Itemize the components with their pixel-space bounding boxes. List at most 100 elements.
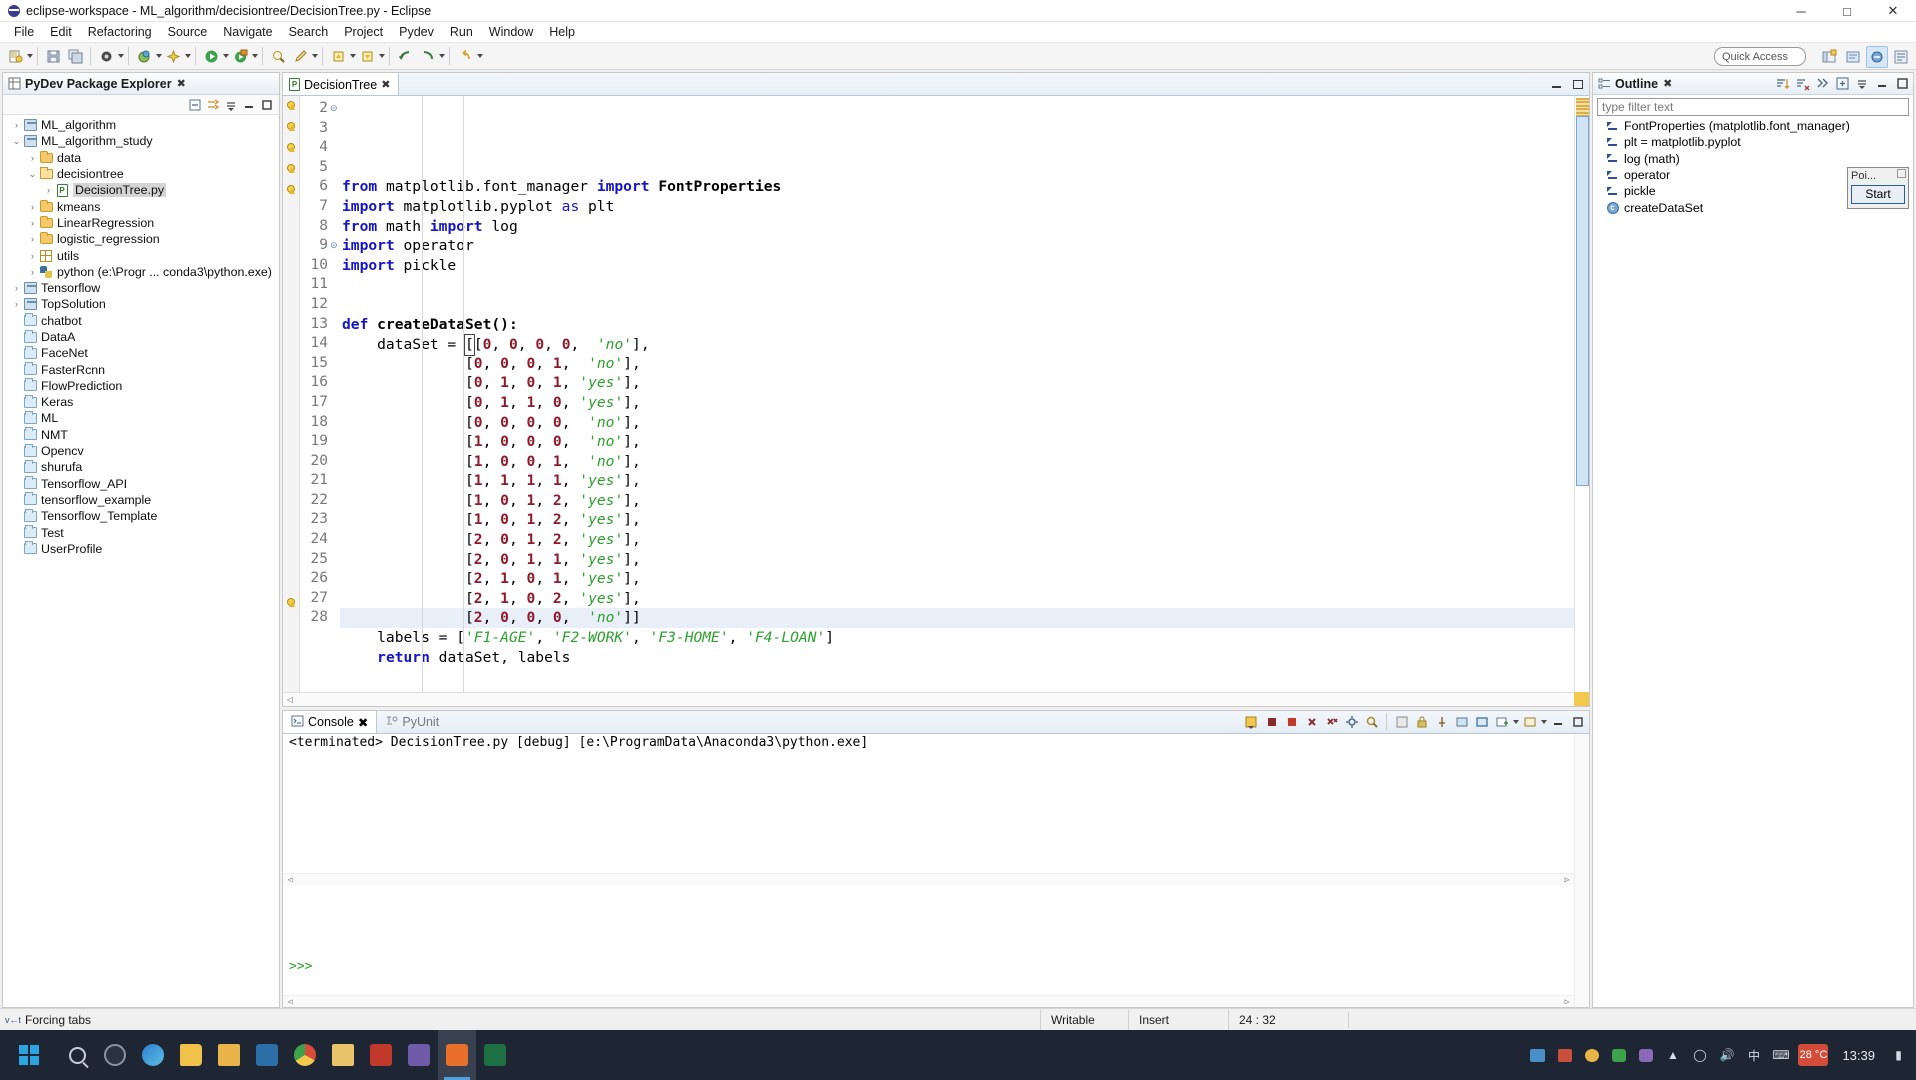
tab-console[interactable]: Console ✖ <box>283 711 377 733</box>
code-line[interactable]: return dataSet, labels <box>340 648 1589 668</box>
tree-item-decisiontree[interactable]: ⌄decisiontree <box>3 166 279 182</box>
maximize-button[interactable]: □ <box>1824 0 1870 22</box>
pydev-dropdown-icon[interactable] <box>185 54 191 58</box>
new-wizard-icon[interactable] <box>5 46 25 66</box>
taskbar-explorer-icon[interactable] <box>172 1030 210 1080</box>
console-hscroll-upper[interactable]: ◁ ▷ <box>283 873 1574 885</box>
code-line[interactable]: [2, 0, 1, 1, 'yes'], <box>340 550 1589 570</box>
collapse-all-icon[interactable] <box>187 97 203 113</box>
open-console-dropdown-icon[interactable] <box>1541 720 1547 724</box>
minimize-editor-icon[interactable] <box>1549 77 1563 91</box>
code-line[interactable]: [0, 0, 0, 0, 'no'], <box>340 413 1589 433</box>
quick-access-input[interactable]: Quick Access <box>1714 47 1806 66</box>
run-external-icon[interactable] <box>230 46 250 66</box>
minimize-button[interactable]: ─ <box>1778 0 1824 22</box>
menu-refactoring[interactable]: Refactoring <box>80 24 160 40</box>
open-console-icon[interactable] <box>1520 712 1539 731</box>
debug-icon[interactable] <box>96 46 116 66</box>
tree-item-flowprediction[interactable]: FlowPrediction <box>3 378 279 394</box>
start-button[interactable]: Start <box>1851 185 1905 204</box>
chevron-down-icon[interactable]: ⌄ <box>11 136 22 147</box>
menu-project[interactable]: Project <box>336 24 391 40</box>
code-line[interactable]: [2, 1, 0, 2, 'yes'], <box>340 589 1589 609</box>
terminate-icon[interactable] <box>1262 712 1281 731</box>
taskbar-search-icon[interactable] <box>58 1030 96 1080</box>
code-text-area[interactable]: from matplotlib.font_manager import Font… <box>340 96 1589 706</box>
chevron-right-icon[interactable]: › <box>27 267 38 277</box>
tray-ime-icon[interactable]: 中 <box>1744 1046 1763 1065</box>
chevron-right-icon[interactable]: › <box>43 185 54 195</box>
close-icon[interactable]: ✖ <box>177 77 186 90</box>
code-line[interactable]: [2, 1, 0, 1, 'yes'], <box>340 569 1589 589</box>
hscroll-track[interactable] <box>297 694 1575 706</box>
close-icon[interactable]: ✖ <box>358 715 368 730</box>
perspective-more-icon[interactable] <box>1890 46 1912 68</box>
chevron-right-icon[interactable]: › <box>11 299 22 309</box>
pencil-icon[interactable] <box>290 46 310 66</box>
package-explorer-tree[interactable]: ›ML_algorithm⌄ML_algorithm_study›data⌄de… <box>3 115 279 1007</box>
new-wizard-dropdown-icon[interactable] <box>27 54 33 58</box>
code-line[interactable]: import matplotlib.pyplot as plt <box>340 197 1589 217</box>
run-icon[interactable] <box>201 46 221 66</box>
search-icon[interactable] <box>268 46 288 66</box>
package-explorer-tab[interactable]: PyDev Package Explorer ✖ <box>3 73 279 95</box>
taskbar-mail-icon[interactable] <box>210 1030 248 1080</box>
close-button[interactable]: ✕ <box>1870 0 1916 22</box>
close-icon[interactable]: ✖ <box>381 78 390 91</box>
scroll-left-icon[interactable]: ◁ <box>283 875 297 884</box>
editor-horizontal-scrollbar[interactable]: ◁ ▷ <box>283 692 1589 706</box>
taskbar-eclipse-icon[interactable] <box>438 1030 476 1080</box>
scroll-left-icon[interactable]: ◁ <box>283 695 297 704</box>
menu-search[interactable]: Search <box>281 24 337 40</box>
pydev-package-icon[interactable] <box>163 46 183 66</box>
expand-all-icon[interactable] <box>1834 75 1851 92</box>
minimize-view-icon[interactable] <box>241 97 257 113</box>
tree-item-tensorflow-api[interactable]: Tensorflow_API <box>3 476 279 492</box>
console-find-icon[interactable] <box>1362 712 1381 731</box>
code-line[interactable]: [1, 0, 0, 0, 'no'], <box>340 432 1589 452</box>
prev-annotation-dropdown-icon[interactable] <box>379 54 385 58</box>
prev-annotation-icon[interactable] <box>357 46 377 66</box>
code-line[interactable]: [1, 0, 0, 1, 'no'], <box>340 452 1589 472</box>
tree-item-test[interactable]: Test <box>3 524 279 540</box>
undo-icon[interactable] <box>455 46 475 66</box>
chevron-down-icon[interactable]: ⌄ <box>27 169 38 180</box>
terminate-all-icon[interactable] <box>1282 712 1301 731</box>
folding-ruler[interactable]: ⊝⊝ <box>330 96 340 706</box>
tree-item-tensorflow-template[interactable]: Tensorflow_Template <box>3 508 279 524</box>
tree-item-ml-algorithm-study[interactable]: ⌄ML_algorithm_study <box>3 133 279 149</box>
tree-item-kmeans[interactable]: ›kmeans <box>3 198 279 214</box>
tree-item-fasterrcnn[interactable]: FasterRcnn <box>3 361 279 377</box>
run-dropdown-icon[interactable] <box>223 54 229 58</box>
new-console-icon[interactable] <box>1492 712 1511 731</box>
run-external-dropdown-icon[interactable] <box>252 54 258 58</box>
scroll-right-icon[interactable]: ▷ <box>1560 875 1574 884</box>
menu-file[interactable]: File <box>6 24 42 40</box>
code-line[interactable]: import operator <box>340 236 1589 256</box>
console-dropdown-icon[interactable] <box>1242 712 1261 731</box>
tray-network-icon[interactable]: ◯ <box>1690 1046 1709 1065</box>
code-line[interactable]: from matplotlib.font_manager import Font… <box>340 177 1589 197</box>
tree-item-userprofile[interactable]: UserProfile <box>3 541 279 557</box>
tree-item-logistic-regression[interactable]: ›logistic_regression <box>3 231 279 247</box>
maximize-outline-icon[interactable] <box>1894 75 1911 92</box>
console-hscroll-lower[interactable]: ◁ ▷ <box>283 995 1574 1007</box>
tree-item-facenet[interactable]: FaceNet <box>3 345 279 361</box>
minimize-console-icon[interactable] <box>1548 712 1567 731</box>
show-desktop-icon[interactable]: ▮ <box>1889 1046 1908 1065</box>
maximize-view-icon[interactable] <box>259 97 275 113</box>
console-preferences-icon[interactable] <box>1342 712 1361 731</box>
menu-window[interactable]: Window <box>481 24 541 40</box>
perspective-pydev-icon[interactable] <box>1842 46 1864 68</box>
tree-item-dataa[interactable]: DataA <box>3 329 279 345</box>
taskbar-excel-icon[interactable] <box>476 1030 514 1080</box>
annotation-ruler[interactable] <box>283 96 300 706</box>
clear-console-icon[interactable] <box>1392 712 1411 731</box>
display-selected-icon[interactable] <box>1452 712 1471 731</box>
tray-app4-icon[interactable] <box>1609 1046 1628 1065</box>
open-perspective-icon[interactable] <box>1818 46 1840 68</box>
tray-chevron-up-icon[interactable]: ▲ <box>1663 1046 1682 1065</box>
popup-minimize-icon[interactable] <box>1897 169 1906 178</box>
undo-dropdown-icon[interactable] <box>477 54 483 58</box>
taskbar-media-icon[interactable] <box>400 1030 438 1080</box>
